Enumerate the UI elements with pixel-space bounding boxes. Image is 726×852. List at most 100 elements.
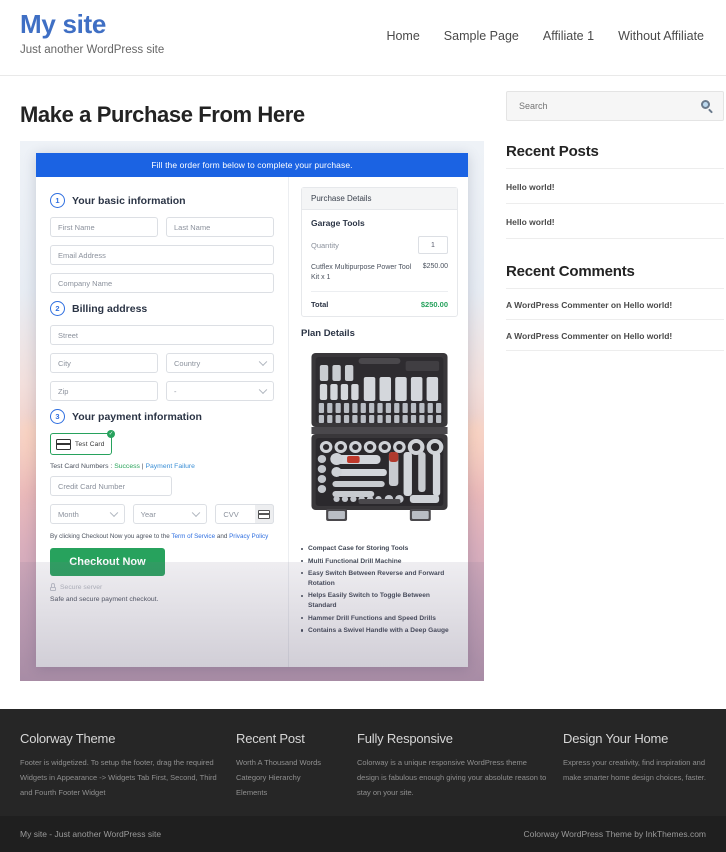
company-row: Company Name (50, 273, 274, 293)
step-number-2: 2 (50, 301, 65, 316)
lock-icon (50, 583, 56, 591)
purchase-total-label: Total (311, 300, 328, 309)
test-card-option[interactable]: Test Card ✓ (50, 433, 112, 455)
list-item: Multi Functional Drill Machine (301, 557, 458, 567)
step-payment-information: 3 Your payment information (50, 409, 274, 424)
purchase-item-name: Cutflex Multipurpose Power Tool Kit x 1 (311, 263, 415, 283)
purchase-details-title: Purchase Details (302, 188, 457, 210)
privacy-policy-link[interactable]: Privacy Policy (229, 533, 268, 540)
order-banner: Fill the order form below to complete yo… (36, 153, 468, 177)
check-icon: ✓ (107, 430, 115, 438)
product-image-tool-kit (301, 347, 458, 537)
search-widget[interactable] (506, 91, 724, 121)
step-basic-information: 1 Your basic information (50, 193, 274, 208)
list-item: Easy Switch Between Reverse and Forward … (301, 569, 458, 589)
email-row: Email Address (50, 245, 274, 265)
list-item[interactable]: Worth A Thousand Words (236, 755, 341, 770)
footer-widget-text: Colorway is a unique responsive WordPres… (357, 755, 547, 800)
email-input[interactable]: Email Address (50, 245, 274, 265)
plan-feature-list: Compact Case for Storing Tools Multi Fun… (301, 544, 458, 636)
step-label-2: Billing address (72, 303, 147, 315)
test-card-success-link[interactable]: Success (114, 463, 140, 470)
step-label-1: Your basic information (72, 195, 186, 207)
expiry-month-value: Month (58, 510, 79, 519)
step-number-3: 3 (50, 409, 65, 424)
test-card-numbers-prefix: Test Card Numbers : (50, 463, 114, 470)
list-item: Compact Case for Storing Tools (301, 544, 458, 554)
nav-item-home[interactable]: Home (386, 29, 419, 43)
site-branding: My site Just another WordPress site (20, 0, 164, 56)
zip-input[interactable]: Zip (50, 381, 158, 401)
expiry-year-select[interactable]: Year (133, 504, 208, 524)
list-item[interactable]: Category Hierarchy (236, 770, 341, 785)
footer-widget-fully-responsive: Fully Responsive Colorway is a unique re… (357, 731, 547, 800)
footer-widget-text: Footer is widgetized. To setup the foote… (20, 755, 220, 800)
footer-widget-title: Colorway Theme (20, 731, 220, 746)
test-card-failure-link[interactable]: Payment Failure (145, 463, 195, 470)
terms-prefix: By clicking Checkout Now you agree to th… (50, 533, 171, 540)
recent-post-link[interactable]: Hello world! (506, 217, 555, 227)
sidebar: Recent Posts Hello world! Hello world! R… (506, 76, 724, 375)
site-tagline: Just another WordPress site (20, 44, 164, 56)
list-item[interactable]: Elements (236, 785, 341, 800)
purchase-total-value: $250.00 (421, 300, 448, 309)
step-number-1: 1 (50, 193, 65, 208)
order-body: 1 Your basic information First Name Last… (36, 177, 468, 667)
purchase-details-column: Purchase Details Garage Tools Quantity 1… (288, 177, 468, 667)
quantity-input[interactable]: 1 (418, 236, 448, 254)
footer-widget-design-your-home: Design Your Home Express your creativity… (563, 731, 706, 800)
company-input[interactable]: Company Name (50, 273, 274, 293)
recent-post-link[interactable]: Hello world! (506, 182, 555, 192)
footer-widget-title: Fully Responsive (357, 731, 547, 746)
nav-item-sample-page[interactable]: Sample Page (444, 29, 519, 43)
first-name-input[interactable]: First Name (50, 217, 158, 237)
nav-item-affiliate-1[interactable]: Affiliate 1 (543, 29, 594, 43)
card-number-row: Credit Card Number (50, 476, 274, 496)
footer-bottom-bar: My site - Just another WordPress site Co… (0, 816, 726, 852)
test-card-label: Test Card (75, 441, 105, 448)
footer-widget-title: Design Your Home (563, 731, 706, 746)
site-title[interactable]: My site (20, 10, 164, 39)
secure-server-text: Secure server (60, 584, 102, 591)
site-footer: Colorway Theme Footer is widgetized. To … (0, 709, 726, 816)
terms-text: By clicking Checkout Now you agree to th… (50, 532, 274, 541)
chevron-down-icon (109, 509, 117, 517)
quantity-row: Quantity 1 (311, 236, 448, 254)
step-billing-address: 2 Billing address (50, 301, 274, 316)
purchase-item-price: $250.00 (423, 263, 448, 283)
recent-comment-link[interactable]: A WordPress Commenter on Hello world! (506, 331, 672, 341)
cvv-wrapper: CVV (215, 504, 274, 524)
cvv-card-icon (255, 504, 274, 524)
city-input[interactable]: City (50, 353, 158, 373)
expiry-month-select[interactable]: Month (50, 504, 125, 524)
state-select[interactable]: - (166, 381, 274, 401)
recent-posts-list: Hello world! Hello world! (506, 168, 724, 239)
street-input[interactable]: Street (50, 325, 274, 345)
list-item: A WordPress Commenter on Hello world! (506, 288, 724, 319)
primary-navigation: Home Sample Page Affiliate 1 Without Aff… (386, 0, 706, 43)
nav-item-without-affiliate[interactable]: Without Affiliate (618, 29, 704, 43)
last-name-input[interactable]: Last Name (166, 217, 274, 237)
search-input[interactable] (517, 100, 671, 112)
purchase-details-body: Garage Tools Quantity 1 Cutflex Multipur… (302, 210, 457, 316)
credit-card-number-input[interactable]: Credit Card Number (50, 476, 172, 496)
purchase-details-card: Purchase Details Garage Tools Quantity 1… (301, 187, 458, 317)
checkout-now-button[interactable]: Checkout Now (50, 548, 165, 576)
list-item: Hammer Drill Functions and Speed Drills (301, 614, 458, 624)
recent-posts-title: Recent Posts (506, 143, 724, 160)
credit-card-icon (258, 510, 270, 519)
list-item: Hello world! (506, 203, 724, 239)
recent-comment-link[interactable]: A WordPress Commenter on Hello world! (506, 300, 672, 310)
search-icon[interactable] (701, 100, 713, 112)
site-header: My site Just another WordPress site Home… (0, 0, 726, 76)
main-column: Make a Purchase From Here Fill the order… (20, 76, 484, 681)
purchase-line-item: Cutflex Multipurpose Power Tool Kit x 1 … (311, 263, 448, 292)
footer-site-credit: My site - Just another WordPress site (20, 829, 161, 839)
list-item: Contains a Swivel Handle with a Deep Gau… (301, 626, 458, 636)
name-row: First Name Last Name (50, 217, 274, 237)
city-country-row: City Country (50, 353, 274, 373)
secure-server-row: Secure server (50, 583, 274, 591)
terms-of-service-link[interactable]: Term of Service (171, 533, 215, 540)
country-select[interactable]: Country (166, 353, 274, 373)
footer-theme-credit[interactable]: Colorway WordPress Theme by InkThemes.co… (524, 829, 707, 839)
